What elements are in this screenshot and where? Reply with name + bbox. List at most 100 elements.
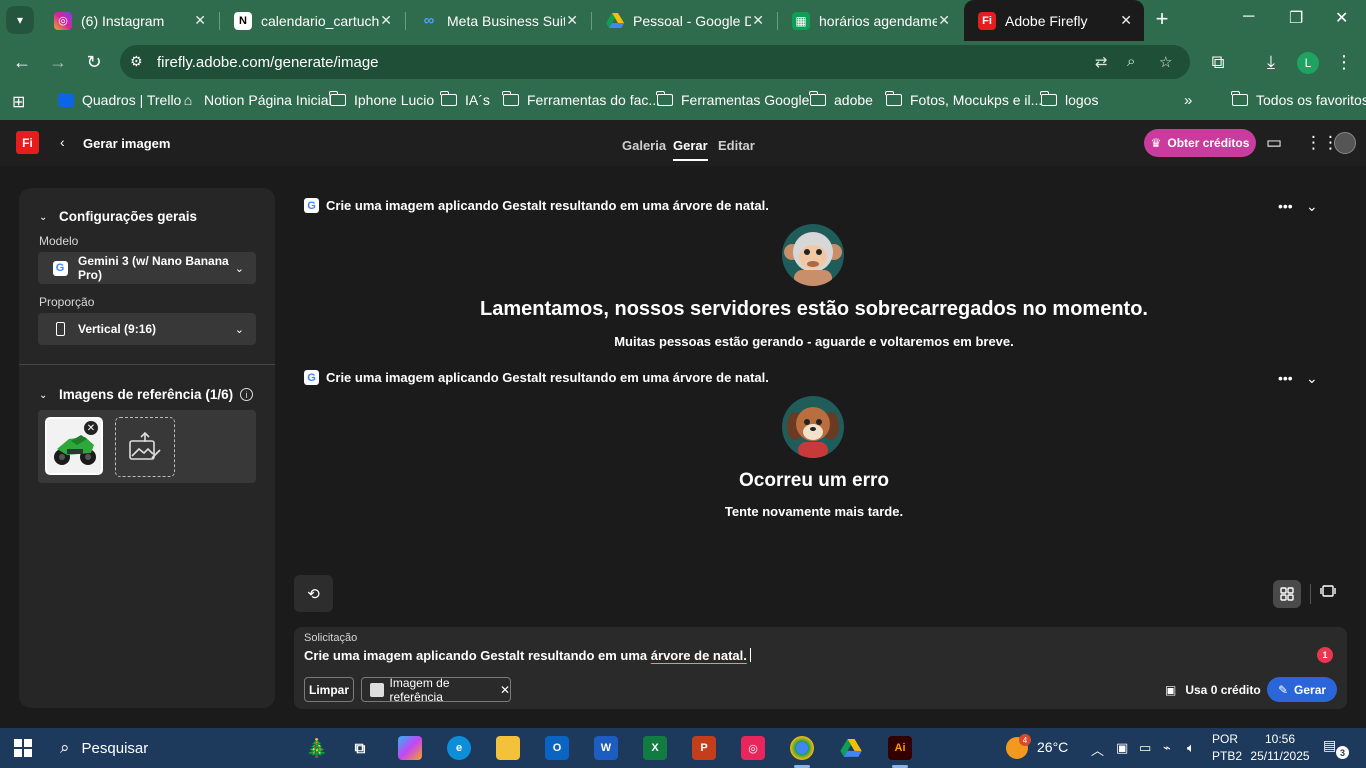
copilot-icon[interactable] bbox=[398, 736, 422, 760]
excel-icon[interactable]: X bbox=[643, 736, 667, 760]
nav-editar[interactable]: Editar bbox=[718, 138, 755, 153]
address-bar[interactable]: ⚙ firefly.adobe.com/generate/image ⇄ ⌕ ☆ bbox=[120, 45, 1190, 79]
chevron-down-icon[interactable]: ⌄ bbox=[1306, 370, 1318, 387]
zoom-icon[interactable]: ⌕ bbox=[1127, 53, 1135, 70]
single-view-icon[interactable] bbox=[1320, 584, 1336, 603]
system-clock[interactable]: 10:56 25/11/2025 bbox=[1248, 731, 1312, 765]
close-icon[interactable]: ✕ bbox=[194, 12, 206, 29]
prompt-textarea[interactable]: Crie uma imagem aplicando Gestalt result… bbox=[304, 648, 751, 663]
notification-center[interactable]: ▤ 3 bbox=[1323, 737, 1349, 759]
outlook-icon[interactable]: O bbox=[545, 736, 569, 760]
nav-gerar[interactable]: Gerar bbox=[673, 138, 708, 161]
bookmark-folder-ias[interactable]: IA´s bbox=[440, 91, 490, 108]
site-info-icon[interactable]: ⚙ bbox=[130, 53, 143, 70]
back-arrow-icon[interactable]: ← bbox=[10, 50, 34, 74]
close-icon[interactable]: ✕ bbox=[1120, 12, 1132, 29]
upload-reference-button[interactable] bbox=[115, 417, 175, 477]
reference-image-chip[interactable]: Imagem de referência ✕ bbox=[361, 676, 511, 704]
reference-thumbnail[interactable]: ✕ bbox=[45, 417, 103, 475]
camera-icon[interactable]: ▣ bbox=[1116, 740, 1128, 756]
bookmark-trello[interactable]: Quadros | Trello bbox=[58, 92, 181, 108]
chevron-down-icon[interactable]: ⌄ bbox=[39, 390, 47, 401]
google-drive-icon[interactable] bbox=[839, 736, 863, 760]
taskbar-search[interactable]: ⌕ Pesquisar 🎄 bbox=[48, 728, 338, 768]
profile-avatar[interactable]: L bbox=[1297, 52, 1319, 74]
chevron-down-icon[interactable]: ⌄ bbox=[39, 212, 47, 223]
bookmark-folder-logos[interactable]: logos bbox=[1040, 91, 1098, 108]
download-icon[interactable]: ⤓ bbox=[1259, 50, 1283, 74]
history-button[interactable]: ⟲ bbox=[294, 575, 333, 612]
more-options-icon[interactable]: ••• bbox=[1278, 370, 1293, 386]
prompt-input-box[interactable]: Solicitação Crie uma imagem aplicando Ge… bbox=[294, 627, 1347, 709]
word-icon[interactable]: W bbox=[594, 736, 618, 760]
browser-menu-icon[interactable]: ⋮ bbox=[1332, 50, 1356, 74]
feedback-icon[interactable]: ▭ bbox=[1266, 133, 1282, 153]
apps-grid-icon[interactable]: ⊞ bbox=[12, 92, 25, 112]
tab-search-button[interactable]: ▾ bbox=[6, 6, 34, 34]
general-settings-title[interactable]: Configurações gerais bbox=[59, 209, 197, 224]
display-icon[interactable]: ▭ bbox=[1139, 740, 1151, 756]
tab-notion[interactable]: N calendario_cartucho_ ✕ bbox=[220, 0, 404, 41]
firefly-logo[interactable]: Fi bbox=[16, 131, 39, 154]
clear-button[interactable]: Limpar bbox=[304, 677, 354, 702]
illustrator-icon[interactable]: Ai bbox=[888, 736, 912, 760]
bookmark-folder-adobe[interactable]: adobe bbox=[809, 91, 873, 108]
language-indicator[interactable]: POR PTB2 bbox=[1212, 731, 1242, 765]
bookmark-folder-ferramentas-google[interactable]: Ferramentas Google bbox=[656, 91, 809, 108]
creative-cloud-icon[interactable]: ◎ bbox=[741, 736, 765, 760]
minimize-icon[interactable]: ─ bbox=[1243, 8, 1254, 26]
reference-images-title[interactable]: Imagens de referência (1/6) bbox=[59, 387, 233, 402]
translate-icon[interactable]: ⇄ bbox=[1095, 53, 1108, 71]
issues-badge[interactable]: 1 bbox=[1317, 647, 1333, 663]
more-bookmarks-icon[interactable]: » bbox=[1184, 92, 1192, 109]
tab-instagram[interactable]: ◎ (6) Instagram ✕ bbox=[40, 0, 218, 41]
file-explorer-icon[interactable] bbox=[496, 736, 520, 760]
all-bookmarks[interactable]: Todos os favoritos bbox=[1231, 91, 1366, 108]
remove-reference-icon[interactable]: ✕ bbox=[84, 421, 98, 435]
more-options-icon[interactable]: ••• bbox=[1278, 198, 1293, 214]
page-title[interactable]: Gerar imagem bbox=[83, 136, 170, 151]
tab-adobe-firefly[interactable]: Fi Adobe Firefly ✕ bbox=[964, 0, 1144, 41]
new-tab-button[interactable]: + bbox=[1150, 6, 1174, 31]
bookmark-star-icon[interactable]: ☆ bbox=[1159, 53, 1172, 71]
tab-google-drive[interactable]: Pessoal - Google Drive ✕ bbox=[592, 0, 776, 41]
generate-button[interactable]: ✎ Gerar bbox=[1267, 677, 1337, 702]
bookmark-folder-ferramentas-fac[interactable]: Ferramentas do fac... bbox=[502, 91, 660, 108]
reload-icon[interactable]: ↻ bbox=[82, 50, 106, 74]
tab-google-sheets[interactable]: ▦ horários agendament ✕ bbox=[778, 0, 962, 41]
chevron-down-icon[interactable]: ⌄ bbox=[1306, 198, 1318, 215]
window-close-icon[interactable]: ✕ bbox=[1335, 8, 1348, 28]
tab-meta[interactable]: ∞ Meta Business Suite ✕ bbox=[406, 0, 590, 41]
info-icon[interactable]: i bbox=[240, 388, 253, 401]
grid-view-icon[interactable] bbox=[1273, 579, 1301, 608]
chrome-icon[interactable] bbox=[790, 736, 814, 760]
weather-temp[interactable]: 26°C bbox=[1037, 739, 1068, 755]
model-select[interactable]: G Gemini 3 (w/ Nano Banana Pro) ⌄ bbox=[38, 252, 256, 284]
windows-start-icon[interactable] bbox=[14, 739, 32, 757]
close-icon[interactable]: ✕ bbox=[752, 12, 764, 29]
volume-icon[interactable]: 🔈︎ bbox=[1187, 740, 1195, 756]
forward-arrow-icon[interactable]: → bbox=[46, 50, 70, 74]
powerpoint-icon[interactable]: P bbox=[692, 736, 716, 760]
chevron-up-icon[interactable]: ︿ bbox=[1091, 740, 1104, 759]
prompt-text[interactable]: Crie uma imagem aplicando Gestalt result… bbox=[326, 198, 769, 213]
get-credits-button[interactable]: ♛ Obter créditos bbox=[1144, 129, 1256, 157]
close-icon[interactable]: ✕ bbox=[380, 12, 392, 29]
task-view-icon[interactable]: ⧉ bbox=[348, 736, 372, 760]
edge-icon[interactable]: e bbox=[447, 736, 471, 760]
network-icon[interactable]: ⌁ bbox=[1163, 740, 1171, 756]
back-chevron-icon[interactable]: ‹ bbox=[60, 134, 65, 150]
ratio-select[interactable]: Vertical (9:16) ⌄ bbox=[38, 313, 256, 345]
url-text[interactable]: firefly.adobe.com/generate/image bbox=[157, 54, 379, 71]
bookmark-notion[interactable]: ⌂ Notion Página Inicial bbox=[180, 92, 332, 108]
restore-icon[interactable]: ❐ bbox=[1289, 8, 1303, 28]
bookmark-folder-fotos[interactable]: Fotos, Mocukps e il... bbox=[885, 91, 1042, 108]
user-avatar[interactable] bbox=[1334, 132, 1356, 154]
prompt-text[interactable]: Crie uma imagem aplicando Gestalt result… bbox=[326, 370, 769, 385]
bookmark-folder-iphone[interactable]: Iphone Lucio bbox=[329, 91, 434, 108]
close-icon[interactable]: ✕ bbox=[500, 683, 510, 697]
nav-galeria[interactable]: Galeria bbox=[622, 138, 666, 153]
extensions-icon[interactable]: ⧉ bbox=[1206, 50, 1230, 74]
close-icon[interactable]: ✕ bbox=[938, 12, 950, 29]
close-icon[interactable]: ✕ bbox=[566, 12, 578, 29]
